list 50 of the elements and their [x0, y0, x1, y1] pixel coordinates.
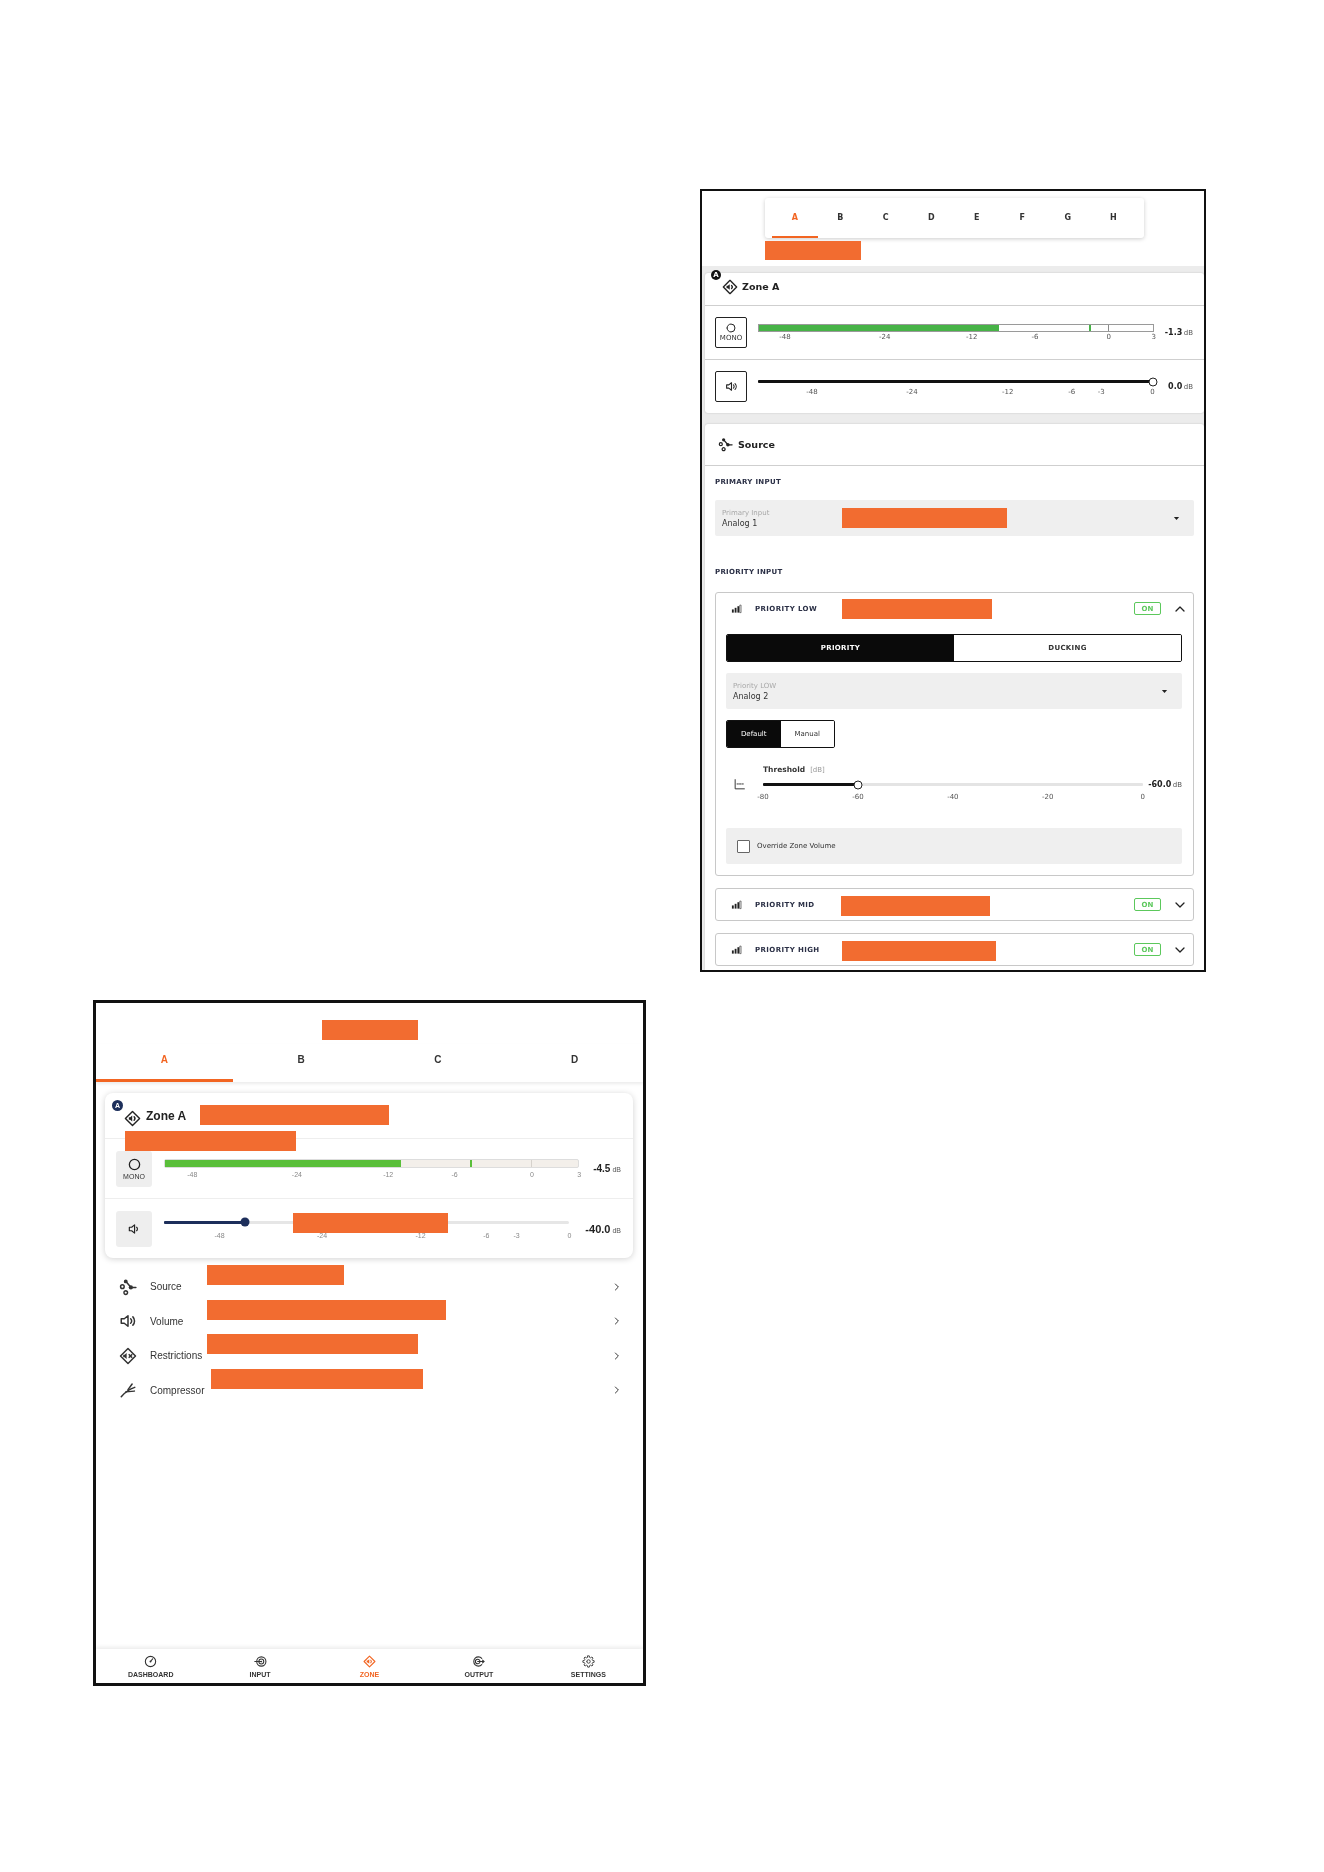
forked-line-icon — [119, 1381, 137, 1400]
letter-tab[interactable]: F — [999, 198, 1045, 238]
level-reading: -1.3 — [1164, 328, 1183, 337]
chevron-right-icon — [612, 1384, 621, 1397]
threshold-icon — [733, 778, 746, 791]
zone-title: Zone A — [146, 1108, 187, 1123]
settings-icon — [581, 1654, 595, 1668]
slider-thumb[interactable] — [1148, 377, 1158, 386]
chevron-right-icon — [612, 1280, 621, 1293]
letter-tab[interactable]: C — [863, 198, 909, 238]
target-out-arrow-icon — [472, 1654, 486, 1668]
slider-thumb[interactable] — [240, 1217, 250, 1227]
speaker-button[interactable] — [715, 371, 747, 402]
signal-bars-icon — [731, 899, 742, 910]
signal-bars-icon — [731, 603, 742, 614]
volume-reading: -40.0 — [585, 1222, 611, 1235]
muted-speaker-diamond-icon — [119, 1346, 137, 1365]
threshold-reading: -60.0 — [1148, 780, 1172, 789]
slider-thumb[interactable] — [853, 780, 863, 789]
speaker-diamond-icon — [722, 278, 738, 295]
menu-item[interactable]: Volume — [96, 1299, 643, 1334]
menu-item[interactable]: Restrictions — [96, 1334, 643, 1369]
letter-tab[interactable]: B — [817, 198, 863, 238]
signal-bars-icon — [731, 944, 742, 955]
speaker-icon — [127, 1221, 141, 1236]
level-reading: -4.5 — [593, 1163, 611, 1174]
gauge-icon — [144, 1654, 158, 1668]
field-value: Analog 2 — [733, 691, 769, 701]
chevron-right-icon — [612, 1349, 621, 1362]
field-value: Analog 1 — [722, 518, 758, 528]
letter-tab[interactable]: D — [506, 1044, 643, 1082]
letter-tab[interactable]: B — [232, 1044, 370, 1082]
checkbox[interactable] — [737, 839, 750, 853]
menu-item[interactable]: Compressor — [96, 1368, 643, 1403]
letter-tab[interactable]: G — [1045, 198, 1091, 238]
letter-tab[interactable]: C — [369, 1044, 507, 1082]
speaker-icon — [724, 380, 738, 393]
nodes-icon — [119, 1277, 137, 1296]
letter-tab[interactable]: D — [908, 198, 954, 238]
source-title: Source — [738, 439, 775, 450]
speaker-diamond-icon — [363, 1654, 376, 1668]
menu-item[interactable]: Source — [96, 1265, 643, 1300]
nodes-icon — [718, 437, 733, 452]
target-arrow-icon — [253, 1654, 267, 1668]
zone-title: Zone A — [742, 281, 780, 292]
volume-reading: 0.0 — [1168, 382, 1183, 391]
letter-tab[interactable]: H — [1090, 198, 1136, 238]
letter-tab[interactable]: E — [954, 198, 1000, 238]
chevron-right-icon — [612, 1315, 621, 1328]
speaker-diamond-icon — [124, 1110, 141, 1127]
